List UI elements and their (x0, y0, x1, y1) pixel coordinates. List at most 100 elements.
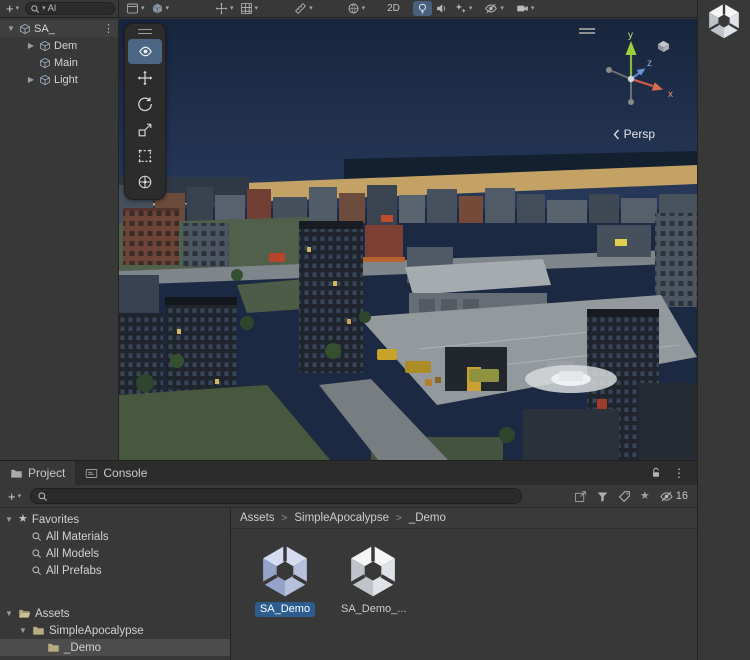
tree-label: Assets (35, 607, 70, 620)
item-label: Main (54, 56, 78, 69)
grid-snap-button[interactable]: ▾ (237, 1, 262, 16)
expand-icon[interactable]: ▶ (26, 41, 36, 50)
expand-icon[interactable]: ▼ (18, 626, 28, 635)
tree-label: SimpleApocalypse (49, 624, 144, 637)
caret-down-icon: ▾ (141, 5, 145, 12)
filter-by-type-icon[interactable] (596, 490, 609, 503)
search-filter-caret-icon[interactable]: ▾ (42, 5, 46, 12)
view-options-button[interactable]: ▾ (123, 1, 148, 16)
filter-by-label-icon[interactable] (618, 490, 631, 503)
shading-mode-button[interactable]: ▾ (344, 1, 369, 16)
item-label: Dem (54, 39, 78, 52)
search-icon (32, 549, 42, 559)
item-label: Light (54, 73, 78, 86)
search-input[interactable] (51, 489, 516, 503)
expand-icon[interactable]: ▼ (4, 609, 14, 618)
rect-tool-button[interactable] (128, 143, 162, 168)
scene-tools-overlay (124, 23, 166, 200)
tree-partial-row[interactable] (0, 656, 230, 660)
tree-demo[interactable]: _Demo (0, 639, 230, 656)
scene-viewport[interactable]: y x z Persp (119, 19, 697, 460)
move-snap-button[interactable]: ▾ (212, 1, 237, 16)
tab-label: Console (103, 466, 148, 480)
breadcrumb-separator: > (395, 512, 402, 524)
scene-name: SA_ (34, 22, 55, 35)
caret-down-icon: ▾ (361, 5, 366, 12)
orientation-gizmo[interactable]: y x z (585, 29, 681, 125)
view-tool-button[interactable] (128, 39, 162, 64)
search-options: ★ 16 (574, 490, 692, 503)
axis-y-label[interactable]: y (628, 30, 633, 41)
pivot-mode-button[interactable]: ▾ (148, 1, 173, 16)
tree-all-models[interactable]: All Models (0, 545, 230, 562)
hierarchy-scene-row[interactable]: ▼ SA_ ⋮ (0, 20, 118, 37)
tree-assets[interactable]: ▼ Assets (0, 605, 230, 622)
hidden-count: 16 (675, 490, 688, 502)
scale-tool-button[interactable] (128, 117, 162, 142)
expand-icon[interactable]: ▶ (26, 75, 36, 84)
move-tool-button[interactable] (128, 65, 162, 90)
audio-toggle-button[interactable] (432, 1, 451, 16)
lock-icon[interactable] (650, 467, 662, 479)
measure-tool-button[interactable]: ▾ (291, 1, 316, 16)
save-search-icon[interactable]: ★ (640, 490, 650, 502)
camera-icon (517, 5, 528, 12)
caret-down-icon: ▾ (468, 5, 473, 12)
tree-label: All Prefabs (46, 564, 102, 577)
tree-label: _Demo (64, 641, 102, 654)
tree-favorites[interactable]: ▼ ★ Favorites (0, 511, 230, 528)
hierarchy-search-field[interactable]: ▾ Al (25, 2, 115, 15)
breadcrumb-simpleapocalypse[interactable]: SimpleApocalypse (294, 512, 389, 524)
console-icon (86, 468, 98, 478)
top-toolbar: + ▾ ▾ Al ▾ ▾ ▾ ▾ ▾ ▾ 2D ▾ ▾ ▾ (0, 0, 697, 18)
scene-menu-icon[interactable]: ⋮ (103, 22, 118, 35)
speaker-icon (436, 4, 446, 13)
camera-settings-button[interactable]: ▾ (513, 1, 538, 16)
gameobject-cube-icon (40, 74, 50, 85)
tab-project[interactable]: Project (0, 461, 76, 485)
asset-sa-demo-2[interactable]: SA_Demo_... (337, 543, 409, 617)
breadcrumb-assets[interactable]: Assets (240, 512, 275, 524)
expand-icon[interactable]: ▼ (4, 515, 14, 524)
hierarchy-item-light[interactable]: ▶ Light (0, 71, 118, 88)
tree-all-prefabs[interactable]: All Prefabs (0, 562, 230, 579)
panel-menu-icon[interactable]: ⋮ (673, 466, 685, 480)
asset-sa-demo[interactable]: SA_Demo (249, 543, 321, 617)
expand-icon[interactable]: ▼ (6, 24, 16, 33)
scene-visibility-button[interactable]: ▾ (481, 1, 507, 16)
projection-indicator[interactable]: Persp (613, 127, 655, 141)
plus-icon: + (6, 1, 14, 16)
hierarchy-item-main[interactable]: Main (0, 54, 118, 71)
axis-x-label[interactable]: x (668, 89, 673, 100)
caret-down-icon: ▾ (230, 5, 234, 12)
create-asset-button[interactable]: + ▾ (5, 489, 24, 504)
tree-all-materials[interactable]: All Materials (0, 528, 230, 545)
gameobject-cube-icon (40, 40, 50, 51)
caret-down-icon: ▾ (500, 5, 504, 12)
lighting-toggle-button[interactable] (412, 1, 432, 16)
caret-down-icon: ▾ (15, 5, 20, 12)
hierarchy-item-demo[interactable]: ▶ Dem (0, 37, 118, 54)
toggle-2d-button[interactable]: 2D (384, 1, 403, 16)
effects-toggle-button[interactable]: ▾ (451, 1, 476, 16)
unity-logo-icon[interactable] (705, 2, 743, 40)
move-tool-icon (137, 70, 153, 85)
tree-simpleapocalypse[interactable]: ▼ SimpleApocalypse (0, 622, 230, 639)
tools-drag-handle-icon[interactable] (138, 29, 152, 34)
hierarchy-add-button[interactable]: + ▾ (3, 1, 22, 16)
transform-tool-button[interactable] (128, 169, 162, 194)
sparkles-icon (455, 3, 466, 13)
hidden-count-toggle[interactable]: 16 (659, 490, 688, 503)
hierarchy-search-text: Al (47, 3, 57, 14)
project-toolbar: + ▾ ★ 16 (0, 485, 697, 508)
pivot-cube-icon (152, 3, 162, 14)
caret-down-icon: ▾ (309, 5, 313, 12)
open-search-window-icon[interactable] (574, 490, 587, 503)
project-search-field[interactable] (30, 488, 523, 504)
asset-grid: SA_Demo SA_Demo_... (231, 529, 697, 660)
hierarchy-toolbar: + ▾ ▾ Al (0, 0, 119, 17)
breadcrumb-demo[interactable]: _Demo (409, 512, 446, 524)
rotate-tool-button[interactable] (128, 91, 162, 116)
tab-console[interactable]: Console (75, 461, 157, 485)
axis-z-label[interactable]: z (647, 58, 652, 69)
